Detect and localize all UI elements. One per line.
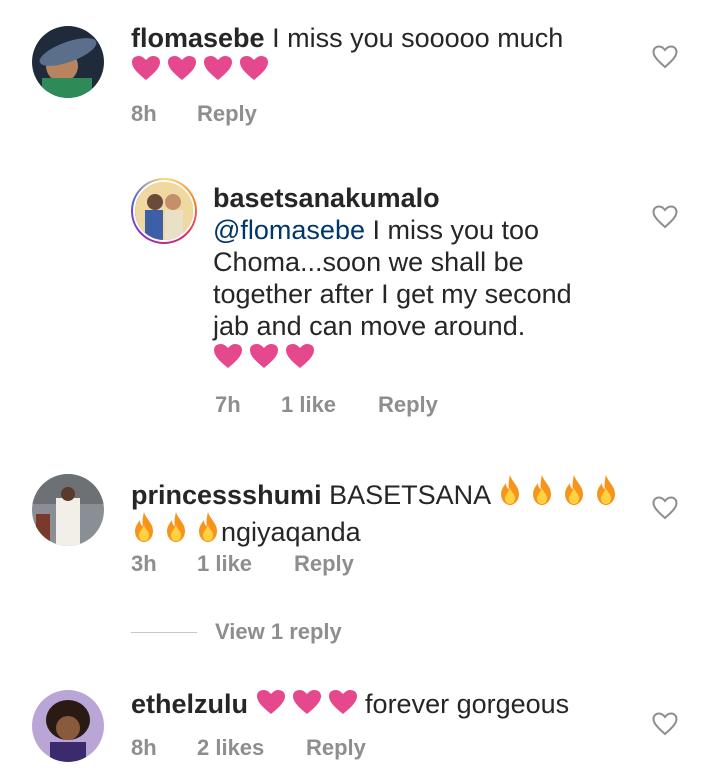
heart-emoji-icon xyxy=(250,344,278,368)
heart-emoji-row xyxy=(131,55,269,81)
reply-text: basetsanakumalo @flomasebe I miss you to… xyxy=(213,182,633,374)
fire-emoji-icon xyxy=(501,475,520,505)
reply-button[interactable]: Reply xyxy=(306,735,366,761)
reply-button[interactable]: Reply xyxy=(378,392,438,418)
comment-body: I miss you sooooo much xyxy=(272,23,564,53)
avatar[interactable] xyxy=(32,26,104,98)
comment-body: I miss you too xyxy=(364,215,540,245)
heart-emoji-icon xyxy=(328,690,357,714)
heart-emoji-icon xyxy=(240,56,268,80)
username[interactable]: ethelzulu xyxy=(131,689,248,719)
comment-meta: 8h 2 likes Reply xyxy=(131,735,531,761)
avatar[interactable] xyxy=(32,474,104,546)
heart-emoji-icon xyxy=(292,690,321,714)
fire-emoji-row xyxy=(131,511,221,543)
like-heart-icon[interactable] xyxy=(652,45,678,69)
likes-count[interactable]: 2 likes xyxy=(197,735,264,761)
reply-button[interactable]: Reply xyxy=(197,101,257,127)
username[interactable]: basetsanakumalo xyxy=(213,183,440,213)
comment-body: jab and can move around. xyxy=(213,311,526,341)
username[interactable]: princessshumi xyxy=(131,480,322,510)
comment-text: princessshumi BASETSANA ngiyaqanda xyxy=(131,474,641,548)
avatar[interactable] xyxy=(133,180,195,242)
comment-text: flomasebe I miss you sooooo much xyxy=(131,22,651,86)
heart-emoji-icon xyxy=(204,56,232,80)
username[interactable]: flomasebe xyxy=(131,23,265,53)
heart-emoji-row xyxy=(256,689,358,715)
comment-body: BASETSANA xyxy=(329,480,490,510)
timestamp: 7h xyxy=(215,392,241,417)
mention-link[interactable]: @flomasebe xyxy=(213,215,365,245)
fire-emoji-icon xyxy=(565,475,584,505)
timestamp: 3h xyxy=(131,551,157,576)
fire-emoji-row xyxy=(497,474,619,506)
fire-emoji-icon xyxy=(167,512,185,542)
likes-count[interactable]: 1 like xyxy=(197,551,252,577)
heart-emoji-icon xyxy=(168,56,196,80)
heart-emoji-icon xyxy=(256,690,285,714)
likes-count[interactable]: 1 like xyxy=(281,392,336,418)
view-replies-divider xyxy=(131,632,197,633)
like-heart-icon[interactable] xyxy=(652,712,678,736)
heart-emoji-icon xyxy=(286,344,314,368)
reply-button[interactable]: Reply xyxy=(294,551,354,577)
fire-emoji-icon xyxy=(199,512,217,542)
avatar[interactable] xyxy=(32,690,104,762)
fire-emoji-icon xyxy=(533,475,552,505)
timestamp: 8h xyxy=(131,101,157,126)
comment-body: together after I get my second xyxy=(213,279,572,309)
comment-meta: 7h 1 like Reply xyxy=(215,392,615,418)
heart-emoji-icon xyxy=(214,344,242,368)
timestamp: 8h xyxy=(131,735,157,760)
comment-body: ngiyaqanda xyxy=(221,517,361,547)
heart-emoji-icon xyxy=(132,56,160,80)
comment-text: ethelzulu forever gorgeous xyxy=(131,688,651,720)
view-replies-button[interactable]: View 1 reply xyxy=(215,619,342,645)
comment-body: Choma...soon we shall be xyxy=(213,247,524,277)
heart-emoji-row xyxy=(213,343,315,369)
comment-meta: 8h Reply xyxy=(131,101,531,127)
comment-body: forever gorgeous xyxy=(365,689,570,719)
like-heart-icon[interactable] xyxy=(652,205,678,229)
fire-emoji-icon xyxy=(135,512,153,542)
comment-meta: 3h 1 like Reply xyxy=(131,551,531,577)
fire-emoji-icon xyxy=(597,475,616,505)
like-heart-icon[interactable] xyxy=(652,496,678,520)
